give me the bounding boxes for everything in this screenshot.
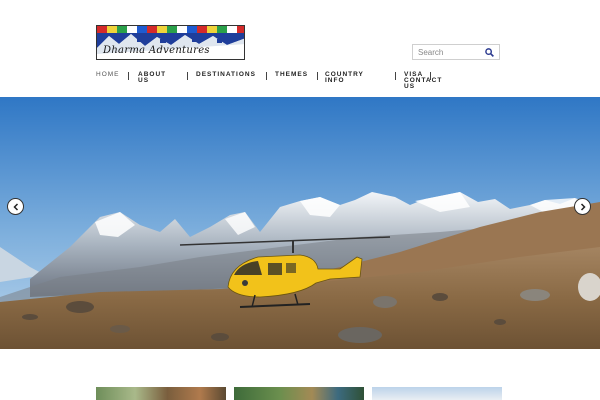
nav-item-home[interactable]: Home	[96, 72, 120, 78]
nav-separator	[128, 72, 129, 80]
search-icon[interactable]	[485, 48, 494, 57]
search-box[interactable]	[412, 44, 500, 60]
nav-separator	[266, 72, 267, 80]
site-logo[interactable]: Dharma Adventures	[96, 25, 245, 60]
featured-thumbnail[interactable]	[372, 387, 502, 400]
hero-image	[0, 97, 600, 349]
nav-item-country-info[interactable]: Country Info	[325, 71, 370, 83]
featured-thumbnail[interactable]	[96, 387, 226, 400]
chevron-right-icon	[580, 202, 586, 211]
nav-item-destinations[interactable]: Destinations	[196, 72, 256, 78]
nav-separator	[317, 72, 318, 80]
nav-separator	[187, 72, 188, 80]
chevron-left-icon	[12, 202, 18, 211]
hero-slider	[0, 97, 600, 349]
nav-separator	[395, 72, 396, 80]
slider-prev-button[interactable]	[7, 198, 24, 215]
nav-item-contact-us[interactable]: Contact Us	[404, 77, 444, 89]
nav-item-themes[interactable]: Themes	[275, 72, 308, 78]
slider-next-button[interactable]	[574, 198, 591, 215]
logo-text: Dharma Adventures	[103, 45, 210, 56]
page: Dharma Adventures Home About Us Destinat…	[0, 0, 600, 400]
featured-thumbnail[interactable]	[234, 387, 364, 400]
nav-item-about-us[interactable]: About Us	[138, 71, 168, 83]
search-input[interactable]	[413, 45, 481, 59]
